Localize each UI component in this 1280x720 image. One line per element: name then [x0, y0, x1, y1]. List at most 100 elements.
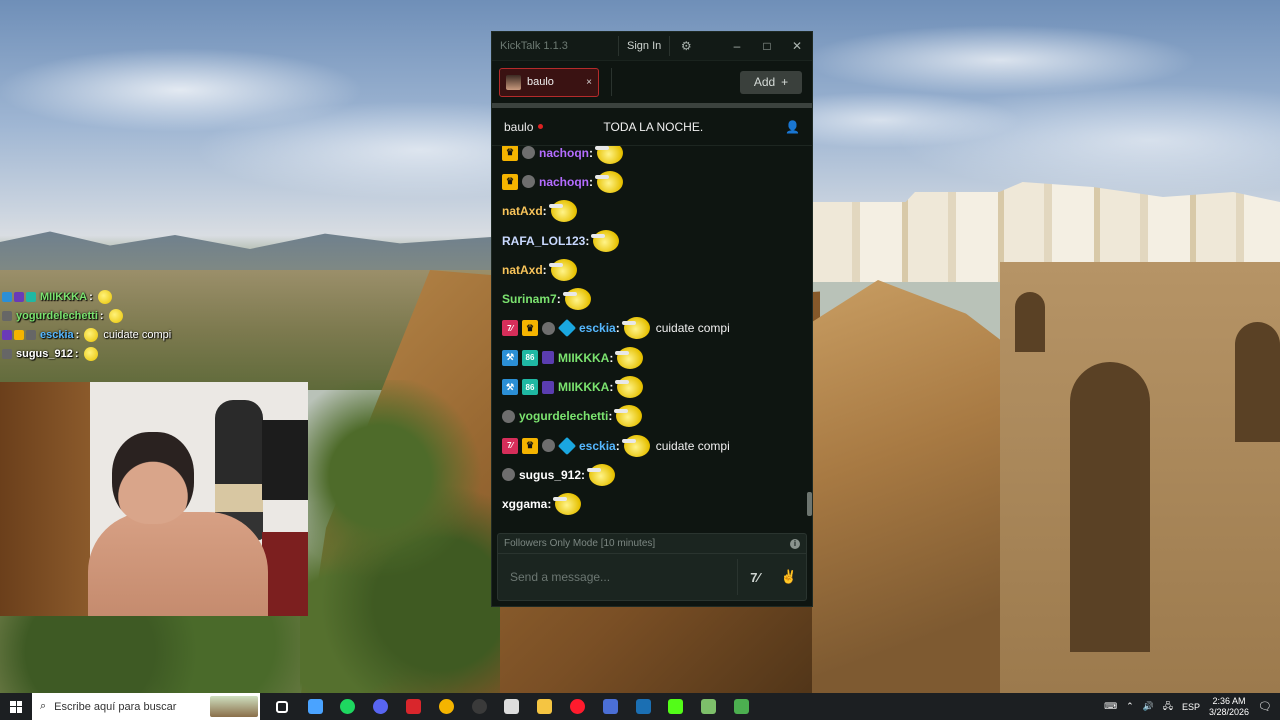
founder-badge-icon[interactable]: 86	[522, 379, 538, 396]
vip-badge-icon[interactable]	[542, 351, 554, 365]
chat-message[interactable]: RAFA_LOL123:	[502, 226, 812, 255]
chrome-icon[interactable]	[430, 693, 463, 720]
app-dark-icon[interactable]	[496, 693, 529, 720]
message-username[interactable]: esckia	[579, 321, 616, 335]
chat-message[interactable]: Surinam7:	[502, 284, 812, 313]
sign-in-button[interactable]: Sign In	[618, 36, 671, 56]
gear-icon[interactable]: ⚙	[678, 39, 694, 53]
emote-icon[interactable]	[615, 346, 644, 369]
notifications-icon[interactable]: 🗨	[1258, 700, 1272, 713]
emote-icon[interactable]	[595, 146, 623, 164]
add-chatroom-button[interactable]: Add +	[740, 70, 802, 94]
copilot-icon[interactable]	[299, 693, 332, 720]
chat-messages[interactable]: ♛ nachoqn: ♛ nachoqn: natAxd: RAFA_LOL123: nat…	[492, 146, 812, 526]
emote-icon[interactable]	[615, 376, 644, 399]
taskbar-search[interactable]: ⌕ Escribe aquí para buscar	[32, 693, 260, 720]
chevron-up-icon[interactable]: ⌃	[1126, 701, 1134, 712]
emote-icon[interactable]	[562, 288, 591, 311]
og-badge-icon[interactable]	[502, 468, 515, 482]
chat-message[interactable]: yogurdelechetti:	[502, 402, 812, 431]
message-username[interactable]: natAxd	[502, 204, 543, 218]
clock[interactable]: 2:36 AM 3/28/2026	[1209, 696, 1249, 718]
kickmod-badge-icon[interactable]: 7⁄	[502, 437, 518, 454]
voicemeeter-icon[interactable]	[397, 693, 430, 720]
task-view-icon[interactable]	[266, 693, 299, 720]
emote-icon[interactable]	[621, 317, 650, 340]
og-badge-icon[interactable]	[542, 321, 555, 335]
network-icon[interactable]: 🖧	[1163, 699, 1173, 715]
chat-message[interactable]: ♛ nachoqn:	[502, 146, 812, 167]
message-username[interactable]: Surinam7	[502, 292, 557, 306]
chat-message[interactable]: ♛ nachoqn:	[502, 167, 812, 196]
message-username[interactable]: MIIKKKA	[558, 351, 609, 365]
obs-icon[interactable]	[463, 693, 496, 720]
chat-message[interactable]: 7⁄ ♛ esckia: cuidate compi	[502, 314, 812, 343]
user-icon[interactable]: 👤	[785, 120, 800, 134]
chat-message[interactable]: sugus_912:	[502, 460, 812, 489]
volume-icon[interactable]: 🔊	[1143, 701, 1154, 712]
emote-icon[interactable]	[614, 405, 643, 428]
emote-icon[interactable]	[548, 258, 577, 281]
chat-message[interactable]: 7⁄ ♛ esckia: cuidate compi	[502, 431, 812, 460]
vip-badge-icon[interactable]	[542, 380, 554, 394]
app-books-icon[interactable]	[692, 693, 725, 720]
app-green-box-icon[interactable]	[725, 693, 758, 720]
og-badge-icon[interactable]	[522, 146, 535, 160]
emote-icon[interactable]	[548, 200, 577, 223]
kicktalk-titlebar[interactable]: KickTalk 1.1.3 Sign In ⚙ – □ ✕	[492, 32, 812, 61]
message-username[interactable]: esckia	[579, 439, 616, 453]
sub-badge-icon[interactable]	[557, 436, 577, 455]
start-button[interactable]	[0, 693, 32, 720]
info-icon[interactable]: i	[790, 538, 800, 549]
crown-badge-icon[interactable]: ♛	[522, 320, 538, 337]
keyboard-icon[interactable]: ⌨	[1104, 701, 1117, 712]
emote-icon[interactable]	[587, 463, 616, 486]
founder-badge-icon[interactable]: 86	[522, 349, 538, 366]
emote-icon[interactable]	[621, 434, 650, 457]
message-username[interactable]: RAFA_LOL123	[502, 234, 585, 248]
file-explorer-icon[interactable]	[528, 693, 561, 720]
message-username[interactable]: yogurdelechetti	[519, 409, 608, 423]
emote-icon[interactable]	[553, 493, 582, 516]
og-badge-icon[interactable]	[522, 175, 535, 189]
scrollbar[interactable]	[807, 492, 812, 516]
og-badge-icon[interactable]	[542, 439, 555, 453]
chat-message[interactable]: ⚒ 86 MIIKKKA:	[502, 343, 812, 372]
emote-icon[interactable]	[595, 170, 623, 193]
message-input[interactable]	[498, 570, 737, 584]
kick-emote-icon[interactable]: ✌	[772, 569, 806, 585]
crown-badge-icon[interactable]: ♛	[502, 173, 518, 190]
message-username[interactable]: sugus_912	[519, 468, 581, 482]
kickmod-badge-icon[interactable]: 7⁄	[502, 320, 518, 337]
sub-badge-icon[interactable]	[557, 319, 577, 338]
og-badge-icon[interactable]	[502, 409, 515, 423]
message-username[interactable]: nachoqn	[539, 175, 589, 189]
steam-icon[interactable]	[627, 693, 660, 720]
spotify-icon[interactable]	[332, 693, 365, 720]
chat-message[interactable]: xggama:	[502, 490, 812, 519]
discord-icon[interactable]	[364, 693, 397, 720]
message-username[interactable]: nachoqn	[539, 146, 589, 160]
crown-badge-icon[interactable]: ♛	[502, 146, 518, 161]
language-indicator[interactable]: ESP	[1182, 702, 1200, 712]
tab-baulo[interactable]: baulo ×	[499, 67, 599, 97]
kick-icon[interactable]	[660, 693, 693, 720]
app-blue-icon[interactable]	[594, 693, 627, 720]
message-username[interactable]: MIIKKKA	[558, 380, 609, 394]
mod-badge-icon[interactable]: ⚒	[502, 379, 518, 396]
chat-message[interactable]: ⚒ 86 MIIKKKA:	[502, 372, 812, 401]
channel-name[interactable]: baulo	[504, 120, 533, 134]
message-username[interactable]: natAxd	[502, 263, 543, 277]
close-icon[interactable]: ✕	[782, 39, 812, 53]
chat-message[interactable]: natAxd:	[502, 255, 812, 284]
mod-badge-icon[interactable]: ⚒	[502, 349, 518, 366]
chat-message[interactable]: natAxd:	[502, 197, 812, 226]
opera-icon[interactable]	[561, 693, 594, 720]
tab-close-icon[interactable]: ×	[586, 77, 592, 88]
minimize-icon[interactable]: –	[722, 39, 752, 53]
maximize-icon[interactable]: □	[752, 39, 782, 53]
emote-icon[interactable]	[591, 229, 620, 252]
crown-badge-icon[interactable]: ♛	[522, 437, 538, 454]
7tv-emote-icon[interactable]: 7⁄	[738, 570, 772, 585]
message-username[interactable]: xggama	[502, 497, 547, 511]
